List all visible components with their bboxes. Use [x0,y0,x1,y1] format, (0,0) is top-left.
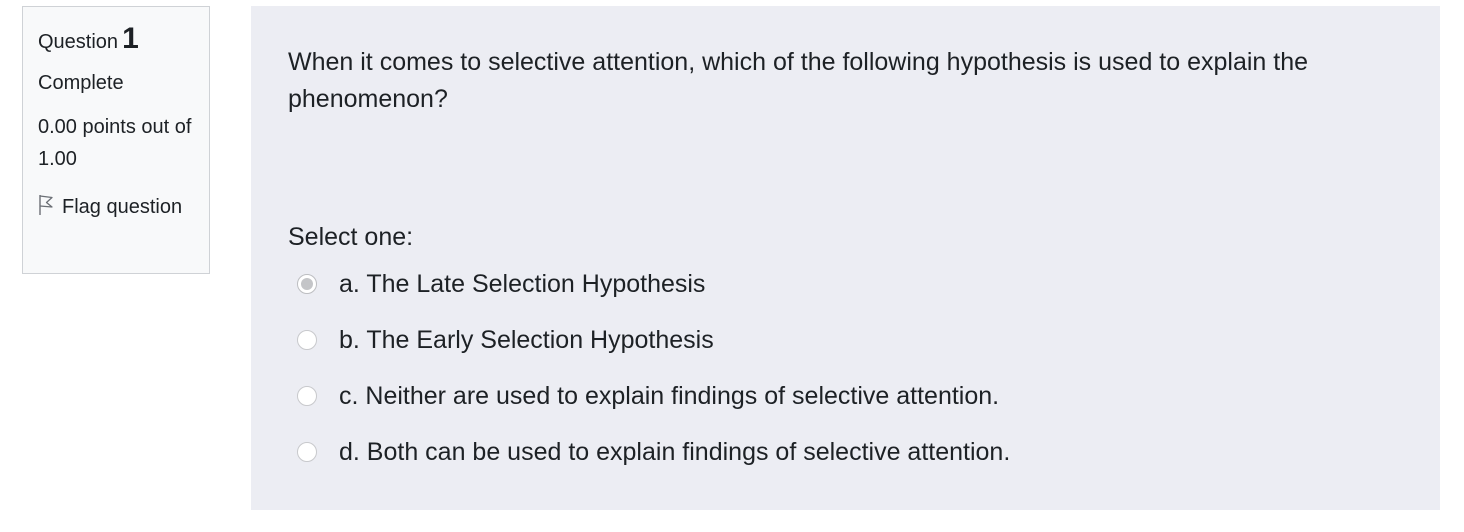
answer-label-c[interactable]: c. Neither are used to explain findings … [339,378,999,414]
answer-radio-b[interactable] [297,330,317,350]
answer-radio-d[interactable] [297,442,317,462]
question-number: 1 [122,22,139,55]
answer-options: a. The Late Selection Hypothesis b. The … [297,266,1010,490]
question-heading: Question 1 [38,22,195,55]
answer-label-a[interactable]: a. The Late Selection Hypothesis [339,266,705,302]
question-info-panel: Question 1 Complete 0.00 points out of 1.… [22,6,210,274]
answer-option-b[interactable]: b. The Early Selection Hypothesis [297,322,1010,378]
answer-label-b[interactable]: b. The Early Selection Hypothesis [339,322,714,358]
flag-outline-icon [39,195,53,215]
answer-option-c[interactable]: c. Neither are used to explain findings … [297,378,1010,434]
question-text: When it comes to selective attention, wh… [288,48,1309,113]
question-grade: 0.00 points out of 1.00 [38,116,192,170]
flag-question-label: Flag question [62,196,183,218]
answer-radio-c[interactable] [297,386,317,406]
question-word: Question [38,31,119,53]
answer-option-d[interactable]: d. Both can be used to explain findings … [297,434,1010,490]
answer-prompt: Select one: [288,223,414,251]
answer-option-a[interactable]: a. The Late Selection Hypothesis [297,266,1010,322]
answer-radio-a[interactable] [297,274,317,294]
flag-question-link[interactable]: Flag question [38,191,195,223]
question-state: Complete [38,72,124,94]
answer-label-d[interactable]: d. Both can be used to explain findings … [339,434,1010,470]
question-content: When it comes to selective attention, wh… [251,6,1440,510]
